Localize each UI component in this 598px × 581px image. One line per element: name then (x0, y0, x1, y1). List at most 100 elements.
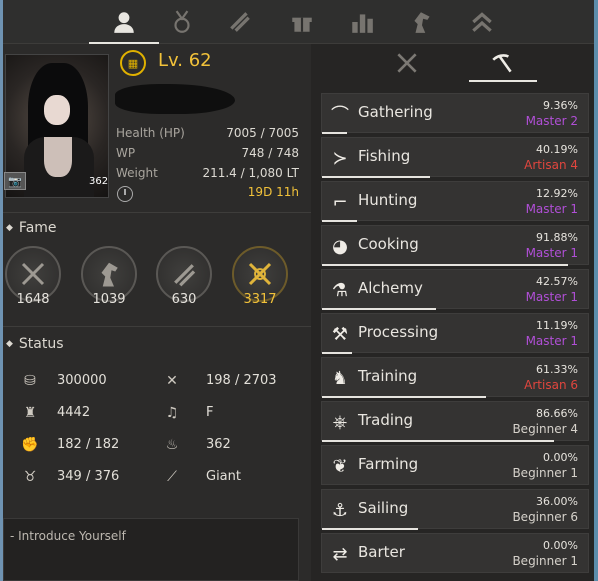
life-skill-progress (322, 352, 352, 354)
status-energy: 4442 (57, 405, 91, 420)
horse-head-icon (101, 262, 118, 287)
life-skill-hunting[interactable]: ⌐ Hunting 12.92% Master 1 (321, 181, 589, 222)
exchange-arrows-icon: ⇄ (332, 543, 348, 565)
life-skill-processing[interactable]: ⚒ Processing 11.19% Master 1 (321, 313, 589, 354)
life-skill-name: Farming (358, 455, 419, 473)
tab-life-skills[interactable] (463, 44, 543, 82)
life-skill-progress (322, 220, 357, 222)
wp-label: WP (116, 146, 136, 160)
life-skill-progress (322, 176, 430, 178)
redacted-name (115, 84, 235, 114)
life-skill-percent: 0.00% (543, 539, 578, 552)
sickle-icon: ⌒ (331, 105, 349, 126)
tab-combat-skills[interactable] (367, 44, 447, 82)
life-skill-gathering[interactable]: ⌒ Gathering 9.36% Master 2 (321, 93, 589, 134)
horse-head-icon: ♞ (331, 367, 349, 389)
fame-total-value: 3317 (243, 292, 277, 307)
life-skill-percent: 61.33% (536, 363, 578, 376)
ship-wheel-icon: ⎈ (332, 411, 348, 433)
divider (3, 212, 311, 213)
silver-coin-icon: ⛁ (24, 373, 36, 389)
status-silver: 300000 (57, 373, 107, 388)
flask-icon: ⚗ (331, 279, 349, 301)
life-skill-name: Hunting (358, 191, 418, 209)
status-class: Giant (206, 469, 241, 484)
pickaxe-icon (492, 54, 512, 73)
gift-icon (292, 17, 312, 32)
life-skill-training[interactable]: ♞ Training 61.33% Artisan 6 (321, 357, 589, 398)
bar-chart-icon (352, 14, 373, 33)
life-skills-panel: ⌒ Gathering 9.36% Master 2 ≻ Fishing 40.19% Art… (311, 44, 594, 581)
life-skill-cooking[interactable]: ◕ Cooking 91.88% Master 1 (321, 225, 589, 266)
playtime-value: 19D 11h (247, 185, 299, 199)
portrait-chest (44, 137, 72, 177)
life-skill-trading[interactable]: ⎈ Trading 86.66% Beginner 4 (321, 401, 589, 442)
life-skill-name: Gathering (358, 103, 433, 121)
crossed-swords-icon (397, 53, 417, 73)
music-note-icon: ♫ (165, 405, 179, 421)
introduce-yourself-box[interactable]: - Introduce Yourself (3, 518, 299, 581)
fame-heading: Fame (6, 220, 57, 236)
top-tab-bar (3, 0, 594, 44)
helmet-icon: ♜ (23, 405, 37, 421)
divider (3, 326, 311, 327)
life-skill-rank: Beginner 1 (512, 466, 578, 480)
tab-rank-up[interactable] (443, 0, 521, 44)
status-inventory: 349 / 376 (57, 469, 120, 484)
window-border-right (594, 0, 598, 581)
guild-emblem-icon[interactable]: ▦ (120, 50, 146, 76)
hp-value: 7005 / 7005 (226, 126, 299, 140)
life-skill-name: Training (358, 367, 418, 385)
life-skill-name: Barter (358, 543, 405, 561)
life-skill-progress (322, 528, 418, 530)
life-skill-rank: Artisan 6 (524, 378, 578, 392)
life-skill-rank: Master 1 (525, 334, 578, 348)
life-skill-fishing[interactable]: ≻ Fishing 40.19% Artisan 4 (321, 137, 589, 178)
character-level: Lv. 62 (158, 50, 212, 71)
life-skill-percent: 40.19% (536, 143, 578, 156)
scroll-icon (174, 264, 196, 287)
portrait-face (44, 95, 70, 125)
life-skill-progress (322, 132, 347, 134)
horse-icon (414, 12, 430, 33)
character-panel: 📷 362 ▦ Lv. 62 Health (HP) 7005 / 7005 W… (3, 44, 311, 581)
portrait-badge: 362 (89, 176, 109, 187)
life-skill-barter[interactable]: ⇄ Barter 0.00% Beginner 1 (321, 533, 589, 573)
life-skill-percent: 91.88% (536, 231, 578, 244)
life-skill-progress (322, 396, 486, 398)
crossed-swords-gold-icon (248, 262, 272, 286)
life-skill-name: Cooking (358, 235, 419, 253)
chevrons-up-icon (472, 12, 492, 32)
camera-icon[interactable]: 📷 (4, 172, 26, 190)
status-heading: Status (6, 336, 64, 352)
status-contribution: 198 / 2703 (206, 373, 277, 388)
flame-icon: ♨ (165, 437, 179, 453)
status-grade: F (206, 405, 214, 420)
medal-icon: ♉ (23, 469, 37, 485)
syringe-icon: ⟋ (167, 469, 177, 485)
tools-icon: ✕ (166, 373, 178, 389)
life-skill-percent: 36.00% (536, 495, 578, 508)
life-skill-name: Fishing (358, 147, 411, 165)
wp-value: 748 / 748 (241, 146, 299, 160)
weight-value: 211.4 / 1,080 LT (202, 166, 299, 180)
life-skill-progress (322, 440, 554, 442)
life-skill-rank: Master 1 (525, 202, 578, 216)
life-skill-rank: Master 2 (525, 114, 578, 128)
introduce-yourself-label: - Introduce Yourself (10, 529, 126, 543)
medal-icon (174, 10, 190, 33)
anchor-icon: ⚓ (331, 499, 349, 521)
life-skill-alchemy[interactable]: ⚗ Alchemy 42.57% Master 1 (321, 269, 589, 310)
weight-label: Weight (116, 166, 158, 180)
person-icon (114, 12, 134, 33)
clock-icon (117, 186, 133, 202)
life-skill-percent: 86.66% (536, 407, 578, 420)
life-skill-rank: Master 1 (525, 246, 578, 260)
life-skill-sailing[interactable]: ⚓ Sailing 36.00% Beginner 6 (321, 489, 589, 530)
life-skill-percent: 9.36% (543, 99, 578, 112)
swords-icon (21, 262, 45, 286)
life-skill-rank: Beginner 6 (512, 510, 578, 524)
life-skill-farming[interactable]: ❦ Farming 0.00% Beginner 1 (321, 445, 589, 485)
fame-life-value: 1039 (92, 292, 126, 307)
status-skill-points: 362 (206, 437, 231, 452)
